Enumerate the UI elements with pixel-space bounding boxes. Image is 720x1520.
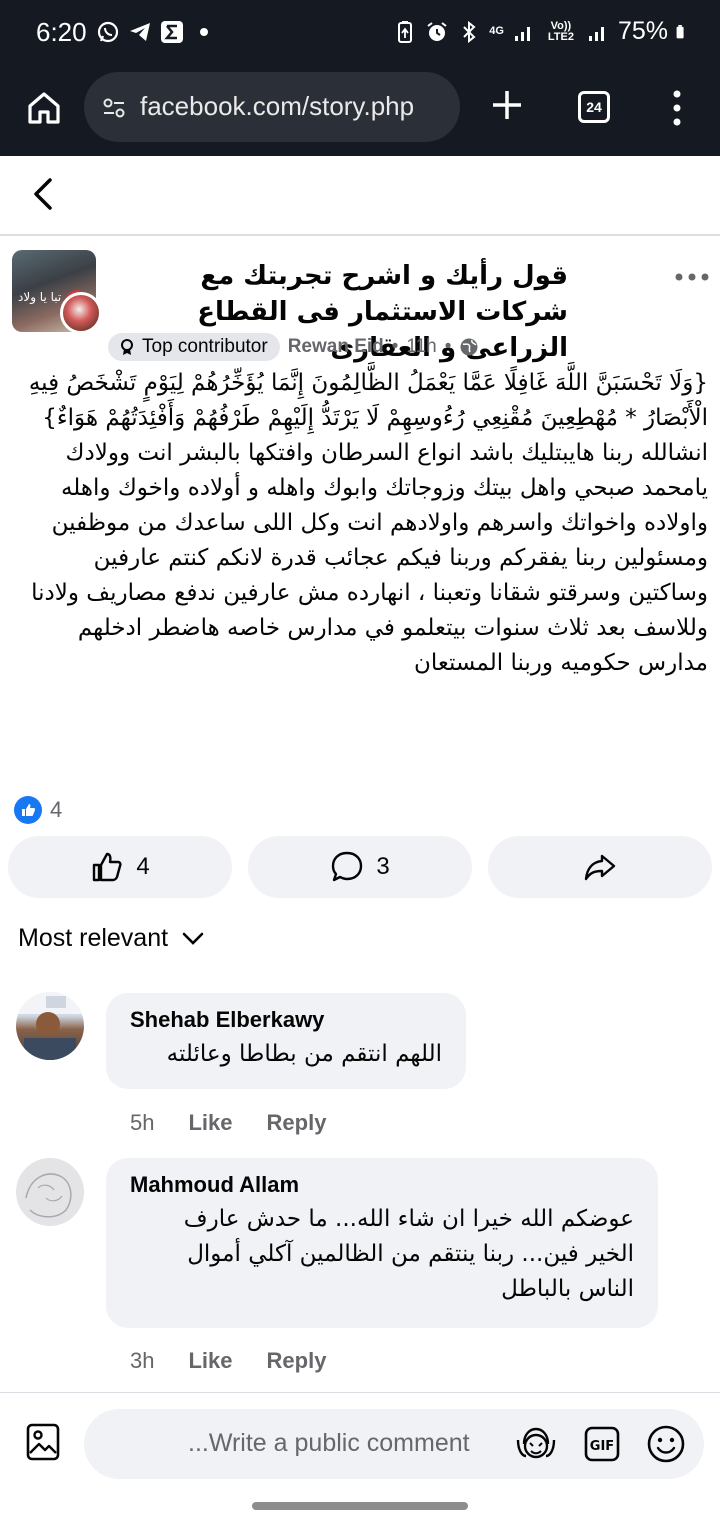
meta-dot: •	[391, 336, 399, 357]
status-right: 4G Vo)) LTE2 75%	[393, 17, 690, 46]
battery-saver-icon	[398, 20, 413, 43]
like-button[interactable]: 4	[8, 836, 232, 898]
comment-bubble[interactable]: Shehab Elberkawy اللهم انتقم من بطاطا وع…	[106, 993, 466, 1089]
comment-text: عوضكم الله خيرا ان شاء الله... ما حدش عا…	[183, 1206, 634, 1302]
browser-toolbar: facebook.com/story.php 24	[0, 66, 720, 156]
whatsapp-icon	[97, 21, 119, 43]
comment-input[interactable]: ...Write a public comment GIF	[84, 1409, 704, 1479]
gif-icon[interactable]: GIF	[584, 1426, 620, 1462]
more-vert-icon[interactable]	[670, 88, 684, 128]
avatar-overlay-text: تبا يا ولاد	[18, 290, 62, 304]
alarm-icon	[427, 21, 447, 41]
post-text: انشالله ربنا هايبتليك باشد انواع السرطان…	[31, 440, 708, 676]
badge-label: Top contributor	[142, 336, 268, 357]
meta-dot-2: •	[444, 336, 452, 357]
comment-time[interactable]: 3h	[130, 1348, 154, 1374]
photo-icon[interactable]	[26, 1423, 60, 1461]
chevron-down-icon	[182, 932, 204, 945]
comment-placeholder: ...Write a public comment	[188, 1429, 470, 1457]
status-time: 6:20	[36, 17, 87, 47]
globe-icon	[460, 338, 478, 356]
comment-composer-bar: ...Write a public comment GIF	[0, 1392, 720, 1520]
bluetooth-icon	[463, 20, 476, 43]
tabs-icon[interactable]: 24	[578, 91, 610, 123]
comment-actions: 3h Like Reply	[130, 1348, 326, 1374]
signal-icon	[514, 26, 530, 41]
post-body: {وَلَا تَحْسَبَنَّ اللَّهَ غَافِلًا عَمَ…	[12, 366, 708, 681]
home-icon[interactable]	[24, 88, 64, 128]
battery-icon	[676, 24, 684, 38]
comment-like-button[interactable]: Like	[188, 1348, 232, 1374]
comment-bubble[interactable]: Mahmoud Allam عوضكم الله خيرا ان شاء الل…	[106, 1158, 658, 1328]
url-bar[interactable]: facebook.com/story.php	[84, 72, 460, 142]
post-quote: {وَلَا تَحْسَبَنَّ اللَّهَ غَافِلًا عَمَ…	[28, 370, 708, 431]
badge-icon	[121, 339, 133, 355]
commenter-name[interactable]: Shehab Elberkawy	[130, 1007, 442, 1033]
like-reaction-icon	[14, 796, 42, 824]
avatar-photo	[16, 992, 84, 1060]
telegram-icon	[130, 23, 150, 41]
avatar-sticker-icon[interactable]	[516, 1426, 556, 1462]
commenter-name[interactable]: Mahmoud Allam	[130, 1172, 634, 1198]
comment-reply-button[interactable]: Reply	[267, 1348, 327, 1374]
comment-text: اللهم انتقم من بطاطا وعائلته	[166, 1041, 442, 1067]
url-text[interactable]: facebook.com/story.php	[140, 91, 414, 122]
comment-button[interactable]: 3	[248, 836, 472, 898]
top-contributor-badge[interactable]: Top contributor	[108, 333, 280, 361]
reactions-summary[interactable]: 4	[14, 796, 62, 824]
page-header	[0, 156, 720, 236]
comment-reply-button[interactable]: Reply	[267, 1110, 327, 1136]
author-name[interactable]: Rewan Eid	[288, 336, 384, 358]
notification-icons	[96, 20, 216, 44]
comment-actions: 5h Like Reply	[130, 1110, 326, 1136]
sort-dropdown[interactable]: Most relevant	[18, 924, 204, 953]
post-meta: Top contributor Rewan Eid • 11h •	[108, 332, 479, 362]
post-time[interactable]: 11h	[406, 336, 436, 358]
emoji-icon[interactable]	[646, 1424, 686, 1464]
volte-label: Vo)) LTE2	[547, 19, 574, 43]
reactions-count: 4	[50, 797, 63, 822]
plus-icon[interactable]	[490, 88, 524, 122]
author-avatar[interactable]	[60, 292, 102, 334]
share-icon	[584, 854, 616, 881]
comment-icon	[332, 851, 363, 882]
svg-text:GIF: GIF	[590, 1439, 614, 1454]
battery-percent: 75%	[617, 17, 668, 45]
comment-count: 3	[376, 853, 390, 880]
like-count: 4	[136, 853, 150, 880]
status-bar: 6:20 4G Vo)) LTE2 75%	[0, 0, 720, 66]
back-arrow-icon[interactable]	[28, 174, 58, 214]
commenter-avatar[interactable]	[16, 1158, 84, 1226]
network-4g-label: 4G	[489, 25, 504, 37]
more-horiz-icon[interactable]	[674, 272, 710, 282]
tune-icon[interactable]	[102, 96, 126, 120]
sort-label: Most relevant	[18, 924, 169, 952]
sigma-app-icon	[161, 21, 183, 43]
home-indicator[interactable]	[252, 1502, 468, 1510]
comment-time[interactable]: 5h	[130, 1110, 154, 1136]
commenter-avatar[interactable]	[16, 992, 84, 1060]
avatar-sketch	[25, 1173, 72, 1218]
comment-like-button[interactable]: Like	[188, 1110, 232, 1136]
signal-2-icon	[588, 26, 604, 41]
dot-icon	[200, 28, 208, 36]
share-button[interactable]	[488, 836, 712, 898]
thumbs-up-icon	[93, 852, 122, 882]
